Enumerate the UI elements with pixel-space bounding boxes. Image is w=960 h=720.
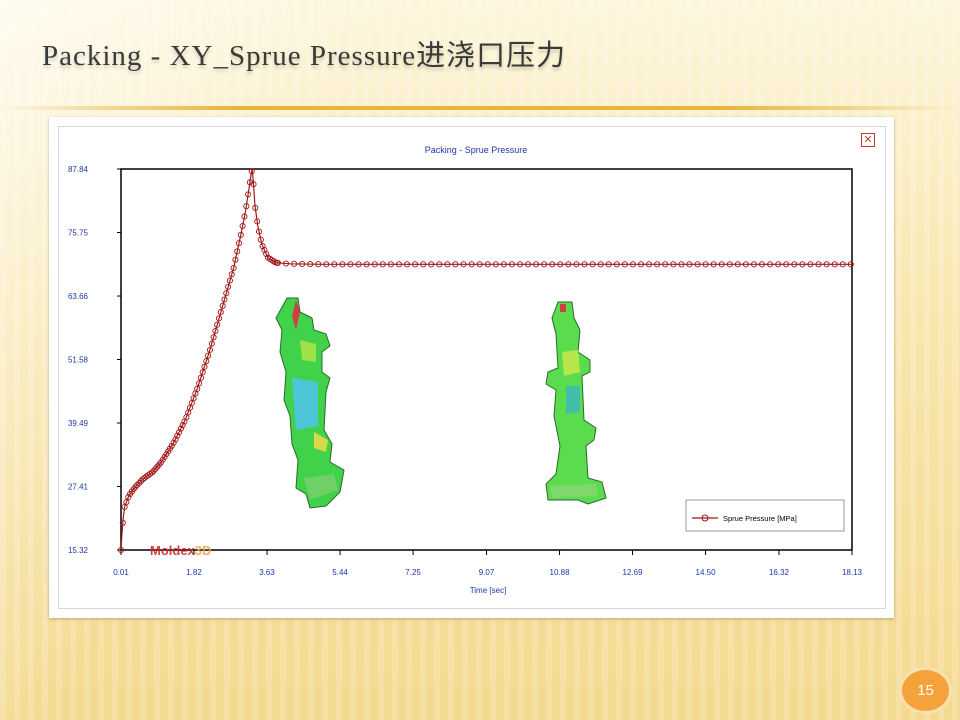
x-tick-label: 5.44 bbox=[332, 568, 348, 577]
x-tick-label: 14.50 bbox=[696, 568, 717, 577]
sprue-pressure-chart: Packing - Sprue Pressure 87.84 75.75 63.66… bbox=[68, 145, 863, 595]
x-tick-label: 7.25 bbox=[405, 568, 421, 577]
watermark-suffix: 3D bbox=[195, 543, 212, 558]
chart-title: Packing - Sprue Pressure bbox=[425, 145, 528, 155]
y-tick-label: 51.58 bbox=[68, 356, 89, 365]
x-tick-label: 0.01 bbox=[113, 568, 129, 577]
x-axis-ticks: 0.01 1.82 3.63 5.44 7.25 9.07 10.88 12.69 14.50 1… bbox=[113, 550, 863, 577]
y-tick-label: 39.49 bbox=[68, 419, 89, 428]
legend-entry-label: Sprue Pressure [MPa] bbox=[723, 514, 797, 523]
moldex3d-watermark: Moldex3D bbox=[150, 543, 211, 558]
x-tick-label: 18.13 bbox=[842, 568, 863, 577]
x-tick-label: 12.69 bbox=[623, 568, 644, 577]
y-tick-label: 75.75 bbox=[68, 229, 89, 238]
x-tick-label: 16.32 bbox=[769, 568, 790, 577]
y-tick-label: 63.66 bbox=[68, 292, 89, 301]
y-tick-label: 15.32 bbox=[68, 546, 89, 555]
y-tick-label: 27.41 bbox=[68, 482, 89, 491]
legend: Sprue Pressure [MPa] bbox=[685, 499, 845, 532]
x-tick-label: 1.82 bbox=[186, 568, 202, 577]
plot-area bbox=[120, 168, 853, 551]
x-tick-label: 10.88 bbox=[550, 568, 571, 577]
svg-text:Moldex3D: Moldex3D bbox=[150, 543, 211, 558]
x-axis-label: Time [sec] bbox=[470, 586, 507, 595]
page-number: 15 bbox=[917, 682, 934, 699]
page-number-badge: 15 bbox=[899, 667, 952, 714]
y-axis-ticks: 87.84 75.75 63.66 51.58 39.49 27.41 15.32 bbox=[68, 165, 121, 555]
x-tick-label: 9.07 bbox=[479, 568, 495, 577]
watermark-brand: Moldex bbox=[150, 543, 196, 558]
y-tick-label: 87.84 bbox=[68, 165, 89, 174]
x-tick-label: 3.63 bbox=[259, 568, 275, 577]
